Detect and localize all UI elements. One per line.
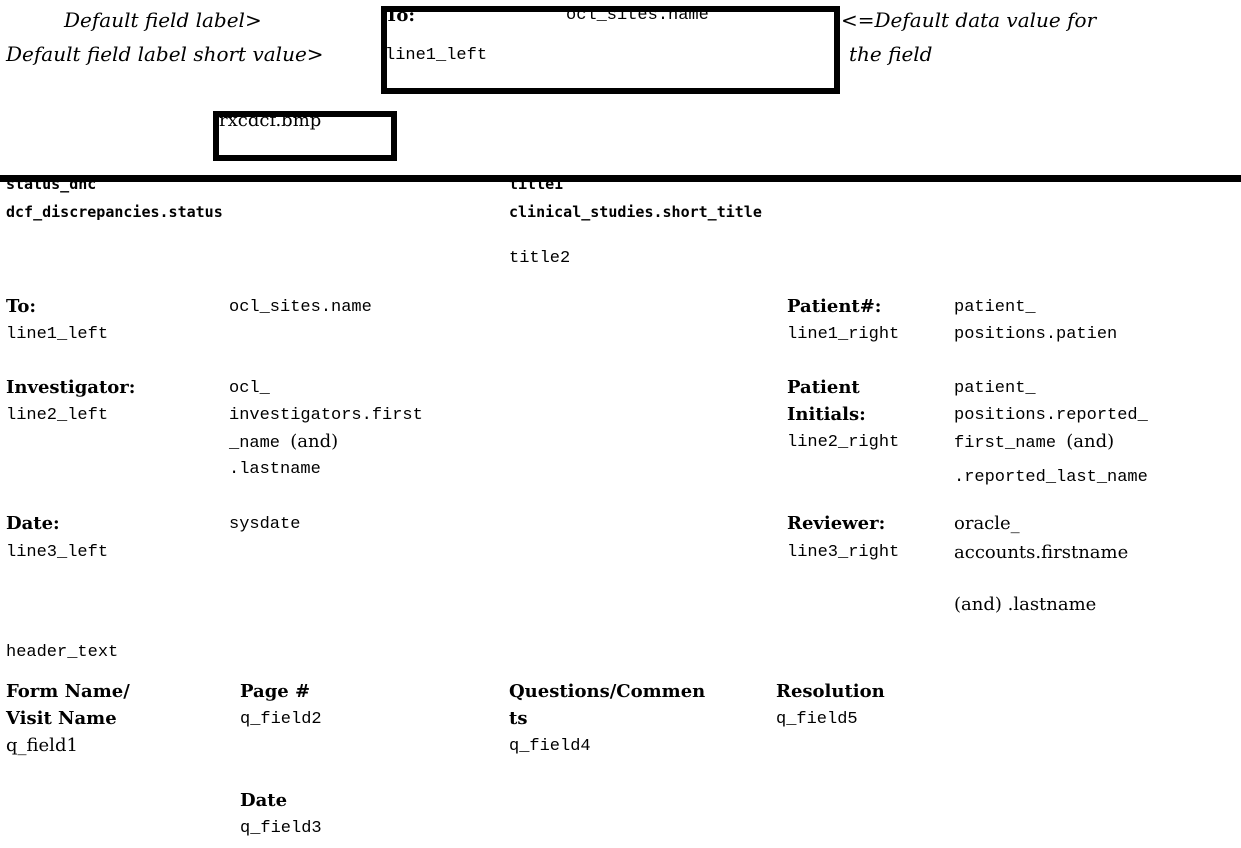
status-value: dcf_discrepancies.status [6,203,223,221]
patient-value-line2: positions.patien [954,325,1118,344]
investigator-value-line3: _name (and) [229,430,338,456]
reviewer-value-line2: accounts.firstname [954,542,1129,563]
investigator-short: line2_left [6,406,109,425]
date-column-header: Date [240,790,288,811]
title2: title2 [509,249,571,268]
patient-value-line1: patient_ [954,298,1036,317]
resolution-field: q_field5 [776,710,858,729]
patient-initials-value-line3: first_name (and) [954,430,1114,456]
header-divider [0,175,1241,182]
investigator-label: Investigator: [6,377,136,398]
patient-initials-short: line2_right [787,433,900,452]
patient-initials-value-line3-field: first_name [954,434,1067,453]
investigator-value-line3-field: _name [229,434,291,453]
date-short: line3_left [6,543,109,562]
patient-initials-value-line2: positions.reported_ [954,406,1148,425]
to-label: To: [6,296,36,317]
form-name-field: q_field1 [6,735,78,756]
investigator-value-line4: .lastname [229,460,321,479]
reviewer-label: Reviewer: [787,513,886,534]
status-short-label: status_dnc [6,175,97,193]
investigator-value-line3-and: (and) [290,431,339,452]
form-name-header-line2: Visit Name [6,708,117,729]
legend-default-data-value: <=Default data value for [841,8,1097,32]
date-value: sysdate [229,515,301,534]
page-number-field: q_field2 [240,710,322,729]
sample-field-value: ocl_sites.name [566,6,709,25]
patient-initials-value-line3-and: (and) [1066,431,1115,452]
investigator-value-line2: investigators.first [229,406,423,425]
legend-default-field-label-short: Default field label short value> [6,42,324,66]
patient-initials-value-line4: .reported_last_name [954,468,1148,487]
reviewer-value-line3: (and) .lastname [954,594,1097,615]
questions-header-line2: ts [509,708,528,729]
resolution-header: Resolution [776,681,885,702]
patient-initials-label-line1: Patient [787,377,860,398]
to-value: ocl_sites.name [229,298,372,317]
questions-header-line1: Questions/Commen [509,681,706,702]
investigator-value-line1: ocl_ [229,379,270,398]
logo-placeholder-label: rxcdcf.bmp [219,110,322,131]
patient-initials-value-line1: patient_ [954,379,1036,398]
form-name-header-line1: Form Name/ [6,681,130,702]
patient-short: line1_right [787,325,900,344]
title1-short-label: title1 [509,175,564,193]
legend-default-data-value-cont: the field [849,42,933,66]
sample-field-label: To: [385,5,415,26]
header-text: header_text [6,643,119,662]
reviewer-short: line3_right [787,543,900,562]
reviewer-value-line1: oracle_ [954,513,1020,534]
questions-field: q_field4 [509,737,591,756]
to-short: line1_left [6,325,109,344]
sample-field-short: line1_left [385,46,488,65]
date-column-field: q_field3 [240,819,322,838]
page-number-header: Page # [240,681,311,702]
date-label: Date: [6,513,60,534]
title1-value: clinical_studies.short_title [509,203,762,221]
patient-label: Patient#: [787,296,882,317]
patient-initials-label-line2: Initials: [787,404,866,425]
legend-default-field-label: Default field label> [64,8,262,32]
